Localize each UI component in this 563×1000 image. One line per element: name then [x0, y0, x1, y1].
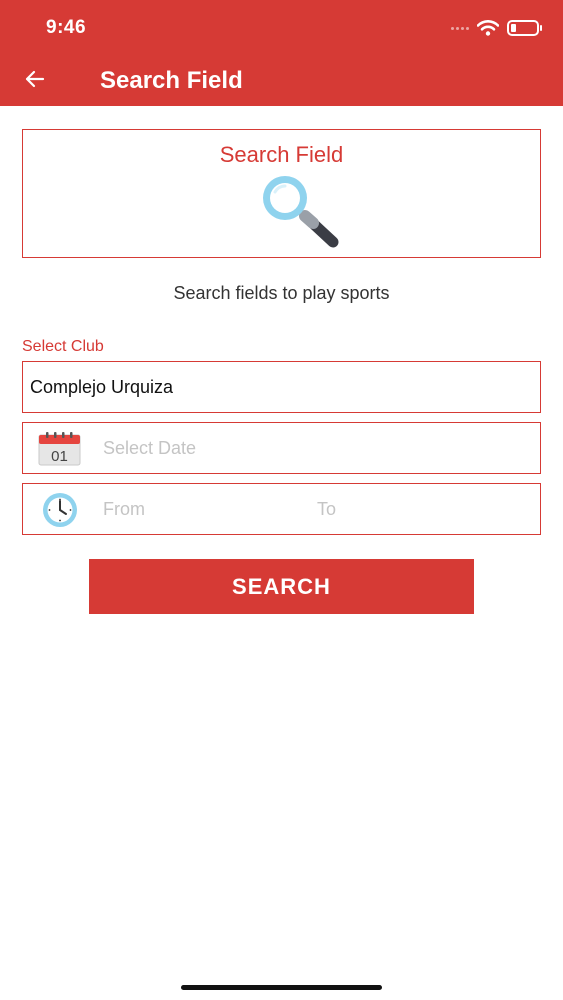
time-range-field[interactable]: From To: [22, 483, 541, 535]
wifi-icon: [477, 20, 499, 36]
club-value: Complejo Urquiza: [30, 377, 174, 397]
back-button[interactable]: [20, 64, 50, 94]
home-indicator: [181, 985, 382, 990]
calendar-day: 01: [51, 448, 68, 465]
magnifier-icon: [263, 176, 339, 248]
date-field[interactable]: 01 Select Date: [22, 422, 541, 474]
arrow-left-icon: [25, 70, 45, 88]
from-time-input[interactable]: From: [103, 499, 145, 520]
status-indicators: [451, 17, 542, 39]
search-button[interactable]: SEARCH: [89, 559, 474, 614]
club-select[interactable]: Complejo Urquiza: [22, 361, 541, 413]
hero-card: Search Field: [22, 129, 541, 258]
app-bar: 9:46 Search Field: [0, 0, 563, 106]
clock-icon: [43, 493, 77, 527]
calendar-icon: 01: [38, 432, 81, 466]
to-time-input[interactable]: To: [317, 499, 336, 520]
battery-icon: [507, 20, 542, 36]
signal-icon: [451, 26, 469, 30]
status-time: 9:46: [46, 17, 87, 38]
select-club-label: Select Club: [22, 338, 104, 355]
date-placeholder: Select Date: [103, 438, 197, 458]
page-title: Search Field: [100, 67, 243, 94]
hero-title: Search Field: [219, 142, 344, 167]
page-subtitle: Search fields to play sports: [173, 283, 390, 303]
